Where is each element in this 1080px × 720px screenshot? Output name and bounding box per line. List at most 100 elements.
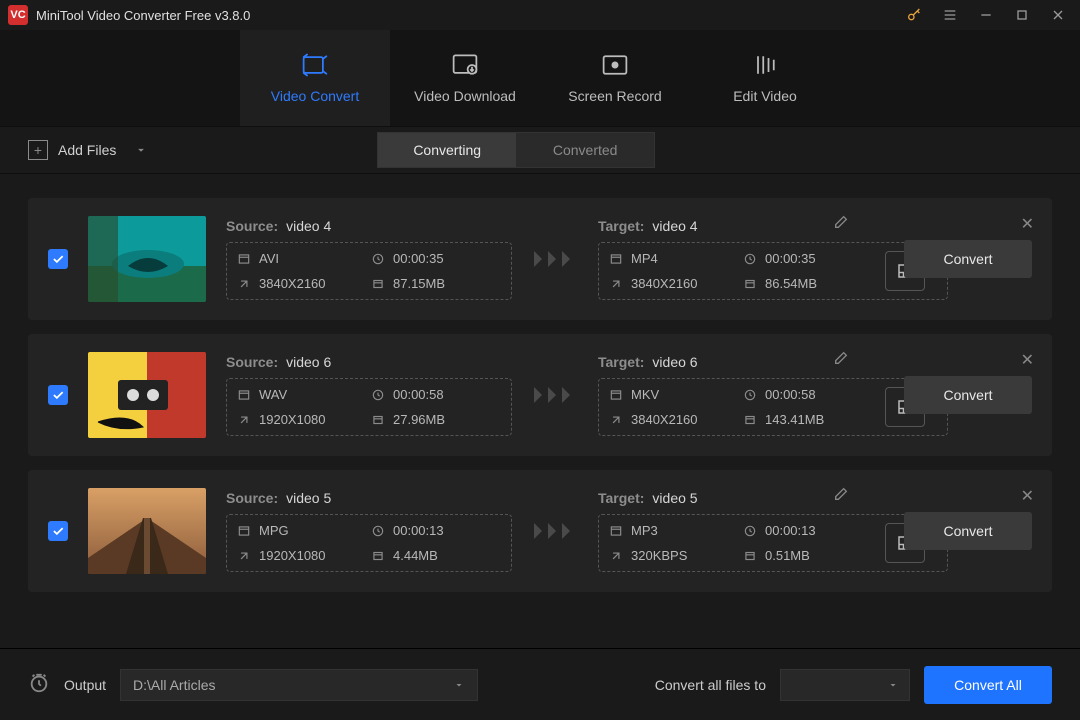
convert-button[interactable]: Convert — [904, 376, 1032, 414]
target-format: MKV — [631, 387, 659, 402]
source-name: video 4 — [286, 218, 331, 234]
video-thumbnail — [88, 352, 206, 438]
output-path-select[interactable]: D:\All Articles — [120, 669, 478, 701]
target-column: Target: video 6 MKV 00:00:58 3840X2160 14… — [598, 354, 948, 436]
app-title: MiniTool Video Converter Free v3.8.0 — [36, 8, 250, 23]
app-logo: VC — [8, 5, 28, 25]
target-format: MP4 — [631, 251, 658, 266]
remove-row-button[interactable]: ✕ — [1021, 350, 1034, 370]
target-name: video 5 — [652, 490, 697, 506]
convert-button[interactable]: Convert — [904, 512, 1032, 550]
nav-screen-record[interactable]: Screen Record — [540, 30, 690, 126]
output-label: Output — [64, 677, 106, 693]
edit-target-icon[interactable] — [833, 350, 849, 369]
record-icon — [601, 52, 629, 78]
nav-label: Edit Video — [733, 88, 797, 104]
nav-label: Video Convert — [271, 88, 359, 104]
conversion-row: Source: video 6 WAV 00:00:58 1920X1080 27… — [28, 334, 1052, 456]
convert-button[interactable]: Convert — [904, 240, 1032, 278]
source-format: AVI — [259, 251, 279, 266]
source-label: Source: — [226, 354, 278, 370]
source-label: Source: — [226, 490, 278, 506]
nav-label: Video Download — [414, 88, 516, 104]
target-size: 143.41MB — [765, 412, 824, 427]
target-size: 0.51MB — [765, 548, 810, 563]
key-icon[interactable] — [900, 1, 928, 29]
source-column: Source: video 6 WAV 00:00:58 1920X1080 27… — [226, 354, 512, 436]
conversion-row: Source: video 4 AVI 00:00:35 3840X2160 87… — [28, 198, 1052, 320]
source-format: MPG — [259, 523, 289, 538]
row-checkbox[interactable] — [48, 385, 68, 405]
close-button[interactable] — [1044, 1, 1072, 29]
target-duration: 00:00:58 — [765, 387, 816, 402]
video-thumbnail — [88, 488, 206, 574]
target-spec-box: MP4 00:00:35 3840X2160 86.54MB — [598, 242, 948, 300]
plus-box-icon: + — [28, 140, 48, 160]
toolbar: + Add Files Converting Converted — [0, 126, 1080, 174]
source-resolution: 3840X2160 — [259, 276, 326, 291]
nav-video-download[interactable]: Video Download — [390, 30, 540, 126]
top-nav: Video Convert Video Download Screen Reco… — [0, 30, 1080, 126]
target-label: Target: — [598, 490, 644, 506]
menu-icon[interactable] — [936, 1, 964, 29]
row-checkbox[interactable] — [48, 521, 68, 541]
source-duration: 00:00:13 — [393, 523, 444, 538]
source-spec-box: WAV 00:00:58 1920X1080 27.96MB — [226, 378, 512, 436]
target-name: video 4 — [652, 218, 697, 234]
row-checkbox[interactable] — [48, 249, 68, 269]
target-spec-box: MKV 00:00:58 3840X2160 143.41MB — [598, 378, 948, 436]
conversion-row: Source: video 5 MPG 00:00:13 1920X1080 4.… — [28, 470, 1052, 592]
output-path-value: D:\All Articles — [133, 677, 215, 693]
source-spec-box: MPG 00:00:13 1920X1080 4.44MB — [226, 514, 512, 572]
source-size: 4.44MB — [393, 548, 438, 563]
source-duration: 00:00:58 — [393, 387, 444, 402]
nav-edit-video[interactable]: Edit Video — [690, 30, 840, 126]
source-resolution: 1920X1080 — [259, 548, 326, 563]
add-files-label: Add Files — [58, 142, 116, 158]
convert-all-button[interactable]: Convert All — [924, 666, 1052, 704]
arrow-icon — [532, 521, 578, 541]
maximize-button[interactable] — [1008, 1, 1036, 29]
edit-icon — [751, 52, 779, 78]
conversion-list: Source: video 4 AVI 00:00:35 3840X2160 87… — [0, 174, 1080, 634]
target-label: Target: — [598, 218, 644, 234]
source-column: Source: video 4 AVI 00:00:35 3840X2160 87… — [226, 218, 512, 300]
tab-converted[interactable]: Converted — [516, 133, 654, 167]
source-label: Source: — [226, 218, 278, 234]
source-column: Source:video 5 MPG 00:00:13 1920X1080 4.… — [226, 490, 512, 572]
source-resolution: 1920X1080 — [259, 412, 326, 427]
edit-target-icon[interactable] — [833, 214, 849, 233]
target-size: 86.54MB — [765, 276, 817, 291]
target-column: Target: video 5 MP3 00:00:13 320KBPS 0.51… — [598, 490, 948, 572]
source-format: WAV — [259, 387, 287, 402]
target-duration: 00:00:35 — [765, 251, 816, 266]
titlebar: VC MiniTool Video Converter Free v3.8.0 — [0, 0, 1080, 30]
source-name: video 6 — [286, 354, 331, 370]
target-duration: 00:00:13 — [765, 523, 816, 538]
arrow-icon — [532, 249, 578, 269]
convert-all-format-select[interactable] — [780, 669, 910, 701]
source-spec-box: AVI 00:00:35 3840X2160 87.15MB — [226, 242, 512, 300]
target-name: video 6 — [652, 354, 697, 370]
edit-target-icon[interactable] — [833, 486, 849, 505]
nav-label: Screen Record — [568, 88, 661, 104]
target-resolution: 320KBPS — [631, 548, 687, 563]
add-files-button[interactable]: + Add Files — [28, 140, 116, 160]
source-duration: 00:00:35 — [393, 251, 444, 266]
convert-icon — [301, 52, 329, 78]
remove-row-button[interactable]: ✕ — [1021, 486, 1034, 506]
tab-converting[interactable]: Converting — [378, 133, 516, 167]
target-label: Target: — [598, 354, 644, 370]
target-resolution: 3840X2160 — [631, 276, 698, 291]
video-thumbnail — [88, 216, 206, 302]
convert-all-to-label: Convert all files to — [655, 677, 766, 693]
arrow-icon — [532, 385, 578, 405]
status-tabs: Converting Converted — [377, 132, 655, 168]
add-files-dropdown[interactable] — [132, 141, 150, 159]
minimize-button[interactable] — [972, 1, 1000, 29]
schedule-icon[interactable] — [28, 672, 50, 697]
nav-video-convert[interactable]: Video Convert — [240, 30, 390, 126]
target-format: MP3 — [631, 523, 658, 538]
remove-row-button[interactable]: ✕ — [1021, 214, 1034, 234]
source-size: 27.96MB — [393, 412, 445, 427]
